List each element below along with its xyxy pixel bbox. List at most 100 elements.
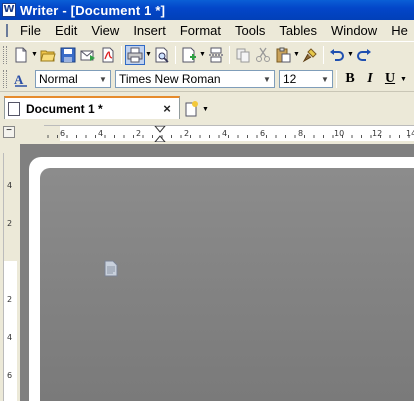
- close-tab-button[interactable]: ×: [160, 101, 174, 116]
- chevron-down-icon[interactable]: ▼: [260, 71, 274, 87]
- vertical-ruler[interactable]: 4 2 2 4 6: [3, 153, 18, 401]
- tab-label: Document 1 *: [26, 101, 103, 116]
- send-mail-icon: [80, 50, 95, 61]
- bold-button[interactable]: B: [340, 69, 360, 89]
- ruler-label: 2: [7, 295, 13, 304]
- print-button[interactable]: [125, 44, 145, 65]
- menu-format[interactable]: Format: [173, 23, 228, 38]
- document-icon: [8, 101, 20, 116]
- ruler-label: 4: [7, 333, 13, 342]
- format-painter-button[interactable]: [300, 45, 320, 65]
- menu-window[interactable]: Window: [324, 23, 384, 38]
- ruler-label: 2: [136, 129, 142, 138]
- cut-icon: [256, 47, 270, 62]
- ruler-label: 6: [60, 129, 66, 138]
- cut-button[interactable]: [253, 45, 273, 65]
- export-pdf-icon: [102, 47, 114, 62]
- chevron-down-icon[interactable]: ▼: [202, 106, 209, 113]
- undo-icon: [330, 48, 344, 61]
- toolbar-grip[interactable]: [3, 45, 7, 64]
- menu-view[interactable]: View: [84, 23, 126, 38]
- print-icon: [127, 47, 143, 62]
- toolbar-separator: [336, 70, 337, 88]
- underline-button[interactable]: U: [380, 69, 400, 89]
- new-document-button[interactable]: [11, 45, 31, 65]
- paste-dropdown[interactable]: ▼: [293, 45, 300, 65]
- tab-document-1[interactable]: Document 1 * ×: [4, 96, 180, 119]
- document-menu-icon[interactable]: [6, 24, 8, 37]
- save-button[interactable]: [58, 45, 78, 65]
- ruler-top-margin: [4, 153, 18, 261]
- ruler-label: 2: [7, 219, 13, 228]
- italic-button[interactable]: I: [360, 69, 380, 89]
- ruler-label: 4: [222, 129, 228, 138]
- menu-edit[interactable]: Edit: [48, 23, 84, 38]
- toolbar-separator: [323, 45, 324, 64]
- ruler-label: 6: [7, 371, 13, 380]
- styles-button[interactable]: A: [11, 69, 31, 89]
- insert-object-dropdown[interactable]: ▼: [199, 45, 206, 65]
- horizontal-ruler[interactable]: 6 4 2 2 4 6 8 10 12 14: [44, 125, 414, 142]
- paste-button[interactable]: [273, 45, 293, 65]
- new-tab-button[interactable]: ▼: [182, 99, 212, 119]
- export-pdf-button[interactable]: [98, 45, 118, 65]
- style-combo-value: Normal: [39, 72, 78, 86]
- document-page[interactable]: [29, 157, 414, 401]
- page-break-button[interactable]: [206, 45, 226, 65]
- ruler-label: 8: [298, 129, 304, 138]
- page-canvas[interactable]: [20, 144, 414, 401]
- page-content-area[interactable]: [40, 168, 414, 401]
- ruler-label: 4: [98, 129, 104, 138]
- document-icon: [104, 260, 118, 277]
- document-tab-bar: Document 1 * × ▼: [0, 91, 414, 119]
- format-painter-icon: [302, 47, 317, 62]
- send-mail-button[interactable]: [78, 45, 98, 65]
- page-break-icon: [209, 47, 223, 62]
- print-preview-icon: [155, 47, 169, 63]
- style-combo[interactable]: Normal ▼: [35, 70, 111, 88]
- window-title: Writer - [Document 1 *]: [20, 2, 166, 18]
- ruler-label: 6: [260, 129, 266, 138]
- ruler-label: 14: [406, 129, 414, 138]
- menu-bar: File Edit View Insert Format Tools Table…: [0, 20, 414, 41]
- formatting-toolbar: A Normal ▼ Times New Roman ▼ 12 ▼ B I U …: [0, 67, 414, 91]
- menu-insert[interactable]: Insert: [126, 23, 173, 38]
- styles-icon: A: [14, 72, 27, 87]
- font-size-combo[interactable]: 12 ▼: [279, 70, 333, 88]
- open-button[interactable]: [38, 45, 58, 65]
- print-dropdown[interactable]: ▼: [145, 45, 152, 65]
- font-combo-value: Times New Roman: [119, 72, 221, 86]
- undo-button[interactable]: [327, 45, 347, 65]
- chevron-down-icon[interactable]: ▼: [318, 71, 332, 87]
- toolbar-grip[interactable]: [3, 70, 7, 88]
- underline-dropdown[interactable]: ▼: [400, 69, 407, 89]
- font-size-value: 12: [283, 72, 297, 86]
- menu-file[interactable]: File: [13, 23, 48, 38]
- menu-help[interactable]: He: [384, 23, 414, 38]
- new-document-icon: [15, 47, 27, 62]
- ruler-label: 4: [7, 181, 13, 190]
- chevron-down-icon[interactable]: ▼: [96, 71, 110, 87]
- indent-marker-icon: [154, 126, 166, 142]
- copy-button[interactable]: [233, 45, 253, 65]
- font-combo[interactable]: Times New Roman ▼: [115, 70, 275, 88]
- menu-tables[interactable]: Tables: [272, 23, 324, 38]
- open-folder-icon: [40, 50, 56, 61]
- app-icon[interactable]: W: [2, 3, 16, 17]
- undo-dropdown[interactable]: ▼: [347, 45, 354, 65]
- ruler-row: − 6 4 2 2 4 6 8 10 12 14: [0, 119, 414, 144]
- menu-tools[interactable]: Tools: [228, 23, 272, 38]
- insert-object-button[interactable]: [179, 45, 199, 65]
- new-document-dropdown[interactable]: ▼: [31, 45, 38, 65]
- redo-icon: [357, 48, 371, 61]
- insert-object-icon: [182, 47, 196, 62]
- print-preview-button[interactable]: [152, 45, 172, 65]
- save-icon: [60, 47, 76, 62]
- new-document-icon: [185, 101, 198, 117]
- toolbar-separator: [229, 45, 230, 64]
- ruler-toggle-button[interactable]: −: [3, 126, 15, 138]
- document-work-area: 4 2 2 4 6: [0, 144, 414, 401]
- redo-button[interactable]: [354, 45, 374, 65]
- copy-icon: [236, 48, 250, 62]
- svg-text:A: A: [14, 72, 24, 87]
